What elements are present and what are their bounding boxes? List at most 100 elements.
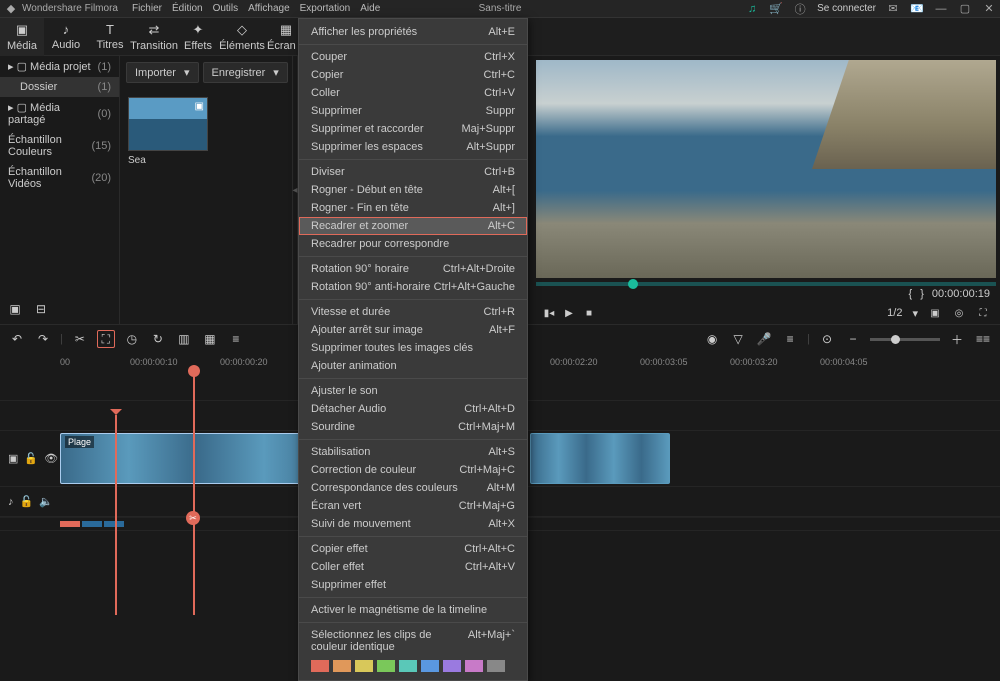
marker-icon[interactable]: ◉: [703, 330, 721, 348]
group-icon[interactable]: ⊟: [32, 300, 50, 318]
effects-icon[interactable]: ≡: [227, 330, 245, 348]
ctx-motion-track[interactable]: Suivi de mouvementAlt+X: [299, 515, 527, 533]
tab-transition[interactable]: ⇄Transition: [132, 18, 176, 56]
ctx-crop-fit[interactable]: Recadrer pour correspondre: [299, 235, 527, 253]
zoom-handle[interactable]: [891, 335, 900, 344]
menu-file[interactable]: Fichier: [132, 3, 162, 14]
menu-help[interactable]: Aide: [360, 3, 380, 14]
tree-folder[interactable]: Dossier(1): [0, 77, 119, 97]
tree-color-samples[interactable]: Échantillon Couleurs(15): [0, 130, 119, 162]
mic-icon[interactable]: 🎤: [755, 330, 773, 348]
mixer-icon[interactable]: ≡: [781, 330, 799, 348]
menu-view[interactable]: Affichage: [248, 3, 290, 14]
tab-audio[interactable]: ♪Audio: [44, 18, 88, 56]
tree-shared[interactable]: ▸ ▢ Média partagé(0): [0, 97, 119, 130]
lock-icon[interactable]: 🔓: [24, 452, 38, 465]
undo-icon[interactable]: ↶: [8, 330, 26, 348]
chevron-down-icon[interactable]: ▾: [912, 307, 918, 320]
snapshot-icon[interactable]: ◎: [952, 306, 966, 320]
save-dropdown[interactable]: Enregistrer▾: [203, 62, 288, 83]
color-swatch[interactable]: [465, 660, 483, 672]
redo-icon[interactable]: ↷: [34, 330, 52, 348]
tab-effects[interactable]: ✦Effets: [176, 18, 220, 56]
zoom-slider[interactable]: [870, 338, 940, 341]
refresh-icon[interactable]: ↻: [149, 330, 167, 348]
scissors-marker[interactable]: ✂: [186, 511, 200, 525]
stop-icon[interactable]: ■: [582, 306, 596, 320]
playhead[interactable]: [193, 371, 195, 615]
media-thumbnail[interactable]: ▣: [128, 97, 208, 151]
playhead-start[interactable]: [115, 415, 117, 615]
ctx-split[interactable]: DiviserCtrl+B: [299, 163, 527, 181]
color-icon[interactable]: ▥: [175, 330, 193, 348]
cart-icon[interactable]: 🛒: [769, 2, 783, 16]
color-swatch[interactable]: [377, 660, 395, 672]
prev-frame-icon[interactable]: ▮◂: [542, 306, 556, 320]
ctx-speed[interactable]: Vitesse et duréeCtrl+R: [299, 303, 527, 321]
color-swatch[interactable]: [443, 660, 461, 672]
preview-viewport[interactable]: [536, 60, 996, 278]
ctx-copy-effect[interactable]: Copier effetCtrl+Alt+C: [299, 540, 527, 558]
menu-edit[interactable]: Édition: [172, 3, 203, 14]
login-link[interactable]: Se connecter: [817, 3, 876, 14]
mute-icon[interactable]: 🔈: [39, 495, 53, 508]
mark-out-icon[interactable]: }: [920, 288, 924, 300]
mail-icon[interactable]: 📧: [910, 2, 924, 16]
eye-icon[interactable]: 👁: [44, 452, 58, 465]
ctx-add-animation[interactable]: Ajouter animation: [299, 357, 527, 375]
zoom-fit-icon[interactable]: ⊙: [818, 330, 836, 348]
track-manager-icon[interactable]: ≡≡: [974, 330, 992, 348]
timeline-ruler[interactable]: 00 00:00:00:10 00:00:00:20 00:00:02:20 0…: [60, 353, 1000, 371]
tree-video-samples[interactable]: Échantillon Vidéos(20): [0, 162, 119, 194]
message-icon[interactable]: ✉: [886, 2, 900, 16]
lock-icon[interactable]: 🔓: [20, 495, 34, 508]
menu-tools[interactable]: Outils: [213, 3, 239, 14]
ctx-trim-start[interactable]: Rogner - Début en têteAlt+[: [299, 181, 527, 199]
color-swatch[interactable]: [421, 660, 439, 672]
ctx-color-match[interactable]: Correspondance des couleursAlt+M: [299, 479, 527, 497]
ctx-adjust-audio[interactable]: Ajuster le son: [299, 382, 527, 400]
fullscreen-icon[interactable]: ⛶: [976, 306, 990, 320]
ctx-green-screen[interactable]: Écran vertCtrl+Maj+G: [299, 497, 527, 515]
new-folder-icon[interactable]: ▣: [6, 300, 24, 318]
ctx-delete-effect[interactable]: Supprimer effet: [299, 576, 527, 594]
play-icon[interactable]: ▶: [562, 306, 576, 320]
ctx-copy[interactable]: CopierCtrl+C: [299, 66, 527, 84]
speed-icon[interactable]: ◷: [123, 330, 141, 348]
ctx-color-correct[interactable]: Correction de couleurCtrl+Maj+C: [299, 461, 527, 479]
color-swatch[interactable]: [355, 660, 373, 672]
color-swatch[interactable]: [399, 660, 417, 672]
ctx-mute[interactable]: SourdineCtrl+Maj+M: [299, 418, 527, 436]
headset-icon[interactable]: ♫: [745, 2, 759, 16]
ctx-snap[interactable]: Activer le magnétisme de la timeline: [299, 601, 527, 619]
preview-scrubber[interactable]: [536, 282, 996, 286]
delete-icon[interactable]: ✂: [71, 330, 89, 348]
import-dropdown[interactable]: Importer▾: [126, 62, 199, 83]
ctx-cut[interactable]: CouperCtrl+X: [299, 48, 527, 66]
ctx-properties[interactable]: Afficher les propriétésAlt+E: [299, 23, 527, 41]
maximize-icon[interactable]: ▢: [958, 2, 972, 16]
zoom-out-icon[interactable]: −: [844, 330, 862, 348]
tab-elements[interactable]: ◇Éléments: [220, 18, 264, 56]
ctx-freeze[interactable]: Ajouter arrêt sur imageAlt+F: [299, 321, 527, 339]
crop-icon[interactable]: ⛶: [97, 330, 115, 348]
tab-media[interactable]: ▣Média: [0, 18, 44, 56]
greenscreen-icon[interactable]: ▦: [201, 330, 219, 348]
tab-titles[interactable]: TTitres: [88, 18, 132, 56]
ctx-crop-zoom[interactable]: Recadrer et zoomerAlt+C: [299, 217, 527, 235]
ctx-delete[interactable]: SupprimerSuppr: [299, 102, 527, 120]
info-icon[interactable]: ⓘ: [793, 2, 807, 16]
menu-export[interactable]: Exportation: [300, 3, 351, 14]
ctx-delete-trim[interactable]: Supprimer et raccorderMaj+Suppr: [299, 120, 527, 138]
ctx-rotate-ccw[interactable]: Rotation 90° anti-horaireCtrl+Alt+Gauche: [299, 278, 527, 296]
ctx-rotate-cw[interactable]: Rotation 90° horaireCtrl+Alt+Droite: [299, 260, 527, 278]
quality-icon[interactable]: ▣: [928, 306, 942, 320]
color-swatch[interactable]: [311, 660, 329, 672]
ctx-detach-audio[interactable]: Détacher AudioCtrl+Alt+D: [299, 400, 527, 418]
minimize-icon[interactable]: —: [934, 2, 948, 16]
ctx-select-color[interactable]: Sélectionnez les clips de couleur identi…: [299, 626, 527, 656]
color-swatch[interactable]: [487, 660, 505, 672]
video-clip[interactable]: [530, 433, 670, 484]
mark-in-icon[interactable]: {: [909, 288, 913, 300]
close-icon[interactable]: ✕: [982, 2, 996, 16]
